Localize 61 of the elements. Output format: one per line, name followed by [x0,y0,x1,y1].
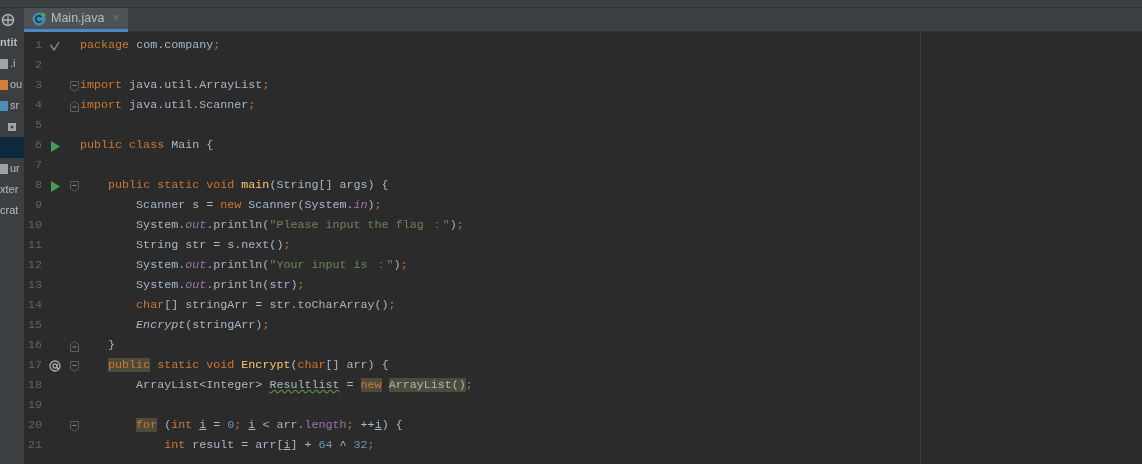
module-icon [0,163,8,174]
line-number: 13 [26,277,42,295]
code-line: System.out.println(str); [135,277,305,295]
fold-end-icon [69,100,79,112]
code-line: public class Main { [80,137,214,155]
run-icon [49,140,61,152]
java-class-icon [32,11,46,26]
line-number: 16 [26,337,42,355]
code-line: ArrayList<Integer> Resultlist = new ArrayList(); [135,377,473,395]
code-line: Encrypt(stringArr); [135,317,270,335]
code-line: Scanner s = new Scanner(System.in); [135,197,382,215]
code-line: System.out.println("Your input is ："); [135,257,408,275]
code-line: import java.util.ArrayList; [80,77,270,95]
line-number: 8 [34,177,42,195]
code-line: for (int i = 0; i < arr.length; ++i) { [135,417,403,435]
package-icon [8,121,16,132]
crosshair-icon [1,13,15,27]
line-number: 10 [26,217,42,235]
code-line: System.out.println("Please input the flag ："); [135,217,464,235]
folder-icon [0,100,8,111]
line-number: 9 [34,197,42,215]
fold-icon [69,360,79,372]
tree-item[interactable]: ur [0,158,20,179]
line-number: 15 [26,317,42,335]
line-number: 6 [34,137,42,155]
tree-item[interactable]: ou [0,74,23,95]
line-number: 20 [26,417,42,435]
code-line: int result = arr[i] + 64 ^ 32; [163,437,375,455]
tree-item[interactable]: .i [0,53,16,74]
line-number: 18 [26,377,42,395]
tree-item[interactable]: sr [0,95,20,116]
tree-item[interactable]: ntit [0,32,18,53]
check-icon [49,41,61,51]
line-number: 21 [26,437,42,455]
code-line: public static void main(String[] args) { [107,177,389,195]
line-number: 7 [34,157,42,175]
tree-item[interactable]: xter [0,179,19,200]
line-number: 12 [26,257,42,275]
file-icon [0,58,8,69]
fold-icon [69,180,79,192]
line-number: 2 [34,57,42,75]
fold-icon [69,420,79,432]
at-sign-icon [49,360,61,372]
code-line: package com.company; [80,37,221,55]
folder-icon [0,79,8,90]
code-line: } [107,337,116,355]
code-line: char[] stringArr = str.toCharArray(); [135,297,396,315]
run-icon [49,180,61,192]
line-number: 19 [26,397,42,415]
code-line: import java.util.Scanner; [80,97,256,115]
line-number: 5 [34,117,42,135]
fold-icon [69,80,79,92]
line-number: 14 [26,297,42,315]
line-number: 3 [34,77,42,95]
editor-tab[interactable]: Main.java × [24,8,128,32]
tree-item[interactable]: crat [0,200,19,221]
fold-end-icon [69,340,79,352]
line-number: 17 [26,357,42,375]
code-line: String str = s.next(); [135,237,291,255]
code-line: public static void Encrypt(char[] arr) { [107,357,389,375]
line-number: 4 [34,97,42,115]
